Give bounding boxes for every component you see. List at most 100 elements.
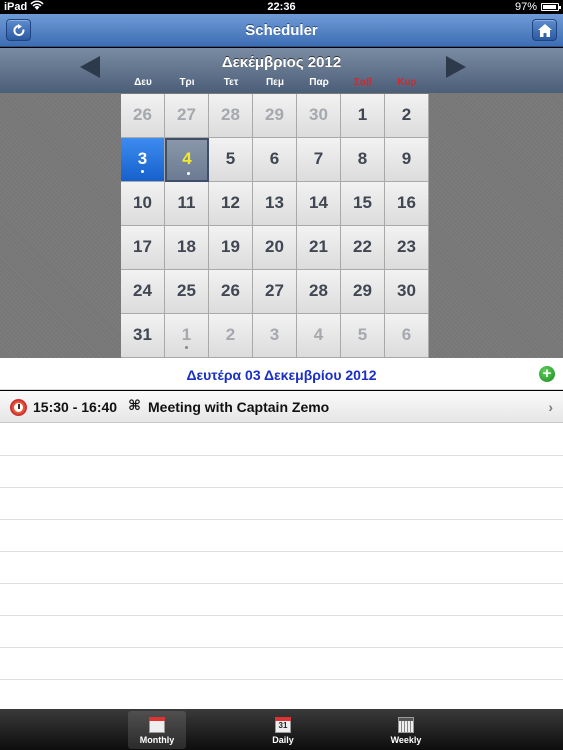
page-title: Scheduler — [245, 22, 318, 39]
day-number: 2 — [225, 325, 236, 344]
day-number: 2 — [401, 105, 412, 124]
tab-weekly-label: Weekly — [390, 735, 422, 745]
day-cell[interactable]: 14 — [297, 182, 341, 226]
status-bar: iPad 22:36 97% — [0, 0, 563, 14]
event-indicator-dot — [141, 170, 144, 173]
day-cell[interactable]: 7 — [297, 138, 341, 182]
add-event-button[interactable]: + — [539, 366, 555, 382]
list-divider — [0, 487, 563, 488]
tab-monthly-label: Monthly — [139, 735, 175, 745]
day-number: 1 — [357, 105, 368, 124]
day-cell[interactable]: 11 — [165, 182, 209, 226]
battery-percent: 97% — [514, 1, 537, 13]
weekday-label: Κυρ — [397, 77, 417, 88]
day-number: 12 — [221, 193, 240, 212]
tab-weekly[interactable]: Weekly — [377, 711, 435, 749]
day-cell[interactable]: 30 — [385, 270, 429, 314]
tab-bar: Monthly 31 Daily Weekly — [0, 709, 563, 750]
day-cell[interactable]: 20 — [253, 226, 297, 270]
day-cell[interactable]: 2 — [209, 314, 253, 358]
day-cell[interactable]: 9 — [385, 138, 429, 182]
day-number: 24 — [133, 281, 152, 300]
day-cell[interactable]: 29 — [253, 94, 297, 138]
day-cell[interactable]: 17 — [121, 226, 165, 270]
day-cell[interactable]: 28 — [297, 270, 341, 314]
day-cell[interactable]: 3 — [253, 314, 297, 358]
day-cell[interactable]: 13 — [253, 182, 297, 226]
day-cell[interactable]: 27 — [253, 270, 297, 314]
day-cell[interactable]: 3 — [121, 138, 165, 182]
day-number: 28 — [221, 105, 240, 124]
alarm-clock-icon — [10, 399, 27, 416]
day-cell[interactable]: 8 — [341, 138, 385, 182]
tab-daily-label: Daily — [272, 735, 294, 745]
day-cell[interactable]: 19 — [209, 226, 253, 270]
day-number: 13 — [265, 193, 284, 212]
day-cell[interactable]: 29 — [341, 270, 385, 314]
day-number: 28 — [309, 281, 328, 300]
day-cell[interactable]: 1 — [341, 94, 385, 138]
home-icon — [538, 24, 552, 37]
day-number: 1 — [181, 325, 192, 344]
day-cell[interactable]: 28 — [209, 94, 253, 138]
day-cell[interactable]: 27 — [165, 94, 209, 138]
day-number: 5 — [225, 149, 236, 168]
list-divider — [0, 679, 563, 680]
day-number: 4 — [182, 149, 192, 168]
day-cell[interactable]: 6 — [253, 138, 297, 182]
event-indicator-dot — [187, 172, 190, 175]
day-cell[interactable]: 2 — [385, 94, 429, 138]
battery-icon — [541, 3, 561, 11]
tab-daily[interactable]: 31 Daily — [254, 711, 312, 749]
day-cell[interactable]: 4 — [297, 314, 341, 358]
day-number: 3 — [269, 325, 280, 344]
day-number: 30 — [309, 105, 328, 124]
weekday-label: Τετ — [223, 77, 239, 88]
home-button[interactable] — [532, 19, 557, 41]
list-divider — [0, 551, 563, 552]
day-cell[interactable]: 15 — [341, 182, 385, 226]
day-number: 4 — [313, 325, 324, 344]
chevron-right-icon: › — [548, 399, 553, 415]
day-cell[interactable]: 22 — [341, 226, 385, 270]
event-row[interactable]: 15:30 - 16:40 ⌘ Meeting with Captain Zem… — [0, 391, 563, 423]
day-number: 17 — [133, 237, 152, 256]
calendar-icon — [149, 717, 165, 733]
day-cell[interactable]: 31 — [121, 314, 165, 358]
day-cell[interactable]: 26 — [121, 94, 165, 138]
day-cell[interactable]: 23 — [385, 226, 429, 270]
day-cell[interactable]: 10 — [121, 182, 165, 226]
status-time: 22:36 — [267, 1, 296, 13]
day-number: 27 — [177, 105, 196, 124]
day-cell[interactable]: 5 — [341, 314, 385, 358]
day-cell[interactable]: 4 — [165, 138, 209, 182]
selected-day-title: Δευτέρα 03 Δεκεμβρίου 2012 — [186, 367, 377, 383]
event-list: 15:30 - 16:40 ⌘ Meeting with Captain Zem… — [0, 391, 563, 709]
day-cell[interactable]: 12 — [209, 182, 253, 226]
weekday-label: Δευ — [134, 77, 152, 88]
day-cell[interactable]: 25 — [165, 270, 209, 314]
weekday-label: Σαβ — [353, 77, 373, 88]
day-cell[interactable]: 21 — [297, 226, 341, 270]
next-month-arrow-icon[interactable] — [446, 56, 466, 78]
tab-monthly[interactable]: Monthly — [128, 711, 186, 749]
weekday-header: Δευ Τρι Τετ Πεμ Παρ Σαβ Κυρ — [121, 77, 429, 91]
day-number: 14 — [309, 193, 328, 212]
day-cell[interactable]: 6 — [385, 314, 429, 358]
list-divider — [0, 615, 563, 616]
day-number: 6 — [269, 149, 280, 168]
day-number: 20 — [265, 237, 284, 256]
day-cell[interactable]: 30 — [297, 94, 341, 138]
month-header: Δεκέμβριος 2012 Δευ Τρι Τετ Πεμ Παρ Σαβ Κυρ — [0, 48, 563, 93]
month-grid: 26 27 28 29 30 1 2 3 4 5 6 7 8 9 10 11 12 13 14 15 16 17 18 19 2… — [121, 94, 429, 358]
navigation-bar: Scheduler — [0, 14, 563, 47]
list-divider — [0, 647, 563, 648]
day-cell[interactable]: 5 — [209, 138, 253, 182]
day-number: 31 — [133, 325, 152, 344]
day-number: 21 — [309, 237, 328, 256]
day-cell[interactable]: 24 — [121, 270, 165, 314]
day-cell[interactable]: 26 — [209, 270, 253, 314]
day-cell[interactable]: 1 — [165, 314, 209, 358]
day-cell[interactable]: 16 — [385, 182, 429, 226]
day-cell[interactable]: 18 — [165, 226, 209, 270]
